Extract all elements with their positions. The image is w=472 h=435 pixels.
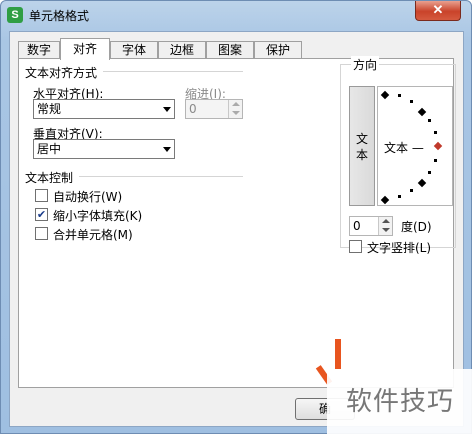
chevron-down-icon — [163, 107, 171, 112]
tab-alignment[interactable]: 对齐 — [60, 38, 110, 60]
horizontal-align-select[interactable]: 常规 — [33, 99, 175, 119]
merge-cells-checkbox[interactable] — [35, 227, 48, 240]
stacked-text-checkbox[interactable] — [349, 240, 362, 253]
orientation-dial[interactable]: 文本 — — [377, 86, 453, 206]
dial-dot — [398, 195, 401, 198]
spin-up-icon — [232, 102, 240, 106]
tab-number[interactable]: 数字 — [18, 41, 60, 59]
watermark-text: 软件技巧 — [327, 369, 472, 435]
group-divider — [103, 71, 243, 72]
indent-stepper[interactable]: 0 — [185, 99, 243, 119]
dial-dot — [428, 119, 431, 122]
current-angle-marker — [433, 141, 443, 151]
dial-dot — [410, 100, 413, 103]
dial-text: 文本 — — [384, 141, 424, 155]
chevron-down-icon — [163, 147, 171, 152]
tab-font[interactable]: 字体 — [110, 41, 158, 59]
vertical-align-value: 居中 — [37, 142, 62, 156]
tab-pattern[interactable]: 图案 — [206, 41, 254, 59]
close-button[interactable]: ✕ — [415, 1, 461, 21]
spin-down-icon — [232, 111, 240, 115]
app-logo-icon: S — [7, 7, 23, 23]
degree-spin-buttons[interactable] — [378, 217, 392, 235]
dial-dot — [434, 159, 437, 162]
orientation-group: 方向 文 本 文本 — 0 度(D) 文字竖排(L) — [340, 56, 456, 255]
spin-down-icon — [382, 228, 390, 232]
wrap-text-checkbox[interactable] — [35, 189, 48, 202]
title-bar[interactable]: S 单元格格式 ✕ — [1, 1, 471, 29]
degree-label: 度(D) — [401, 220, 432, 234]
dialog-title: 单元格格式 — [29, 9, 90, 23]
vertical-align-select[interactable]: 居中 — [33, 139, 175, 159]
group-divider — [79, 176, 243, 177]
stacked-text-label[interactable]: 文字竖排(L) — [367, 239, 431, 256]
format-cells-dialog: S 单元格格式 ✕ 数字 对齐 字体 边框 图案 保护 文本对齐方式 水平对齐(… — [0, 0, 472, 435]
dial-marker — [417, 178, 427, 188]
dial-dot — [410, 189, 413, 192]
dial-dot — [428, 171, 431, 174]
merge-cells-label[interactable]: 合并单元格(M) — [53, 226, 133, 243]
shrink-to-fit-label[interactable]: 缩小字体填充(K) — [53, 207, 142, 224]
degree-stepper[interactable]: 0 — [349, 216, 393, 236]
tab-protection[interactable]: 保护 — [254, 41, 302, 59]
horizontal-align-value: 常规 — [37, 102, 62, 116]
indent-value: 0 — [189, 102, 197, 116]
shrink-to-fit-checkbox[interactable]: ✔ — [35, 208, 48, 221]
wrap-text-label[interactable]: 自动换行(W) — [53, 188, 122, 205]
dial-marker — [417, 107, 427, 117]
orientation-group-title: 方向 — [351, 56, 380, 73]
vertical-text-char: 本 — [355, 148, 368, 162]
tab-border[interactable]: 边框 — [158, 41, 206, 59]
text-alignment-group-title: 文本对齐方式 — [25, 66, 98, 80]
dialog-client-area: 数字 对齐 字体 边框 图案 保护 文本对齐方式 水平对齐(H): 常规 缩进(… — [9, 31, 464, 427]
degree-value: 0 — [353, 219, 361, 233]
vertical-text-button[interactable]: 文 本 — [349, 86, 375, 206]
indent-spin-buttons[interactable] — [228, 100, 242, 118]
dial-marker — [380, 90, 390, 100]
spin-up-icon — [382, 219, 390, 223]
dial-dot — [434, 131, 437, 134]
dial-dot — [398, 94, 401, 97]
text-control-group-title: 文本控制 — [25, 171, 74, 185]
dial-marker — [380, 195, 390, 205]
vertical-text-char: 文 — [355, 132, 368, 146]
